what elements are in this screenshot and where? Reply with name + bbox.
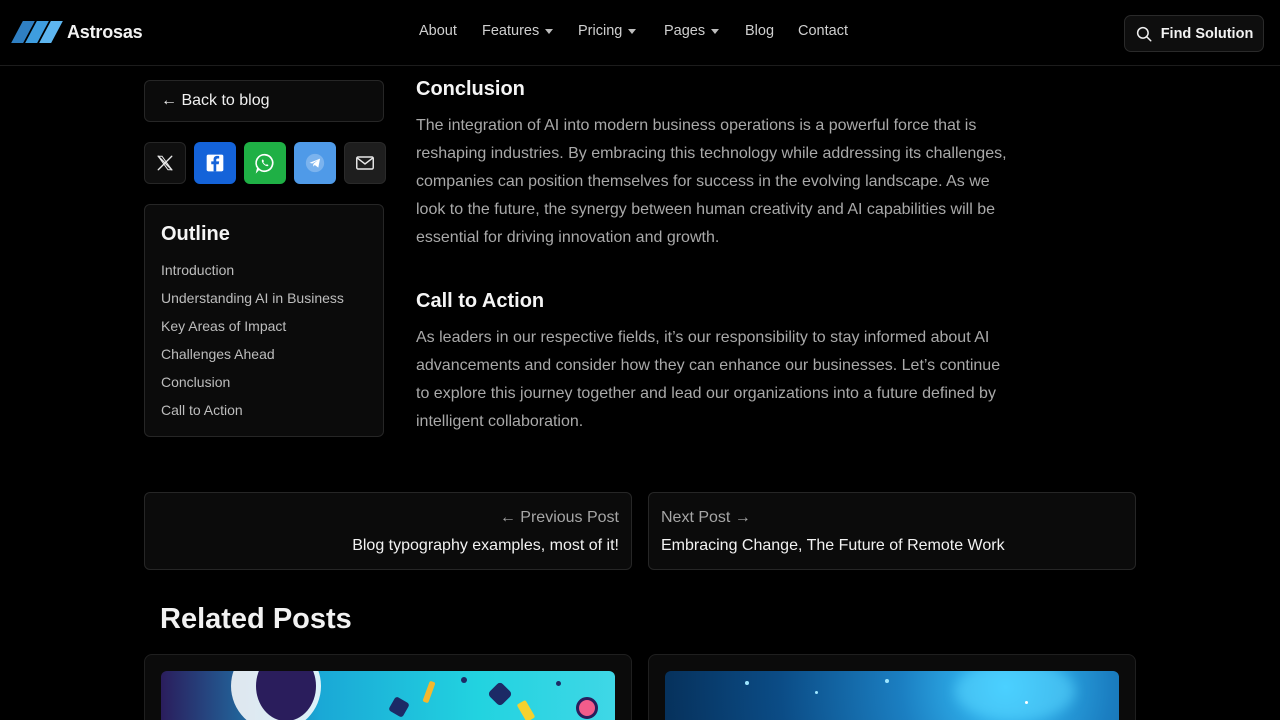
article-body: Conclusion The integration of AI into mo… bbox=[416, 76, 1016, 436]
next-post-link[interactable]: Next Post → Embracing Change, The Future… bbox=[648, 492, 1136, 570]
outline-panel: Outline Introduction Understanding AI in… bbox=[144, 204, 384, 437]
x-icon bbox=[157, 155, 173, 171]
section-text-call-to-action: As leaders in our respective fields, it’… bbox=[416, 329, 1001, 430]
find-solution-label: Find Solution bbox=[1160, 25, 1254, 42]
nav-pricing-label: Pricing bbox=[578, 23, 623, 39]
related-post-thumbnail bbox=[161, 671, 615, 720]
whatsapp-icon bbox=[255, 153, 274, 174]
search-icon bbox=[1136, 26, 1152, 41]
top-navbar: Astrosas About Features Pricing Pages Bl… bbox=[0, 0, 1280, 66]
nav-features-label: Features bbox=[482, 23, 540, 39]
outline-link-introduction[interactable]: Introduction bbox=[161, 260, 367, 288]
section-text-conclusion: The integration of AI into modern busine… bbox=[416, 117, 1007, 246]
share-buttons bbox=[144, 142, 386, 184]
next-post-title: Embracing Change, The Future of Remote W… bbox=[661, 537, 1005, 554]
nav-contact[interactable]: Contact bbox=[798, 23, 848, 39]
previous-post-label: ← Previous Post bbox=[499, 509, 619, 526]
nav-blog-label: Blog bbox=[745, 23, 775, 39]
share-whatsapp-button[interactable] bbox=[244, 142, 286, 184]
outline-title: Outline bbox=[161, 223, 230, 245]
caret-down-icon bbox=[545, 29, 554, 34]
related-post-card[interactable] bbox=[648, 654, 1136, 720]
related-posts-heading: Related Posts bbox=[160, 603, 352, 635]
nav-contact-label: Contact bbox=[798, 23, 848, 39]
outline-link-key-areas[interactable]: Key Areas of Impact bbox=[161, 316, 367, 344]
related-post-thumbnail bbox=[665, 671, 1119, 720]
previous-post-title: Blog typography examples, most of it! bbox=[352, 537, 619, 554]
share-telegram-button[interactable] bbox=[294, 142, 336, 184]
nav-about-label: About bbox=[419, 23, 457, 39]
mail-icon bbox=[356, 156, 374, 170]
share-x-button[interactable] bbox=[144, 142, 186, 184]
caret-down-icon bbox=[711, 29, 720, 34]
caret-down-icon bbox=[628, 29, 637, 34]
nav-pages[interactable]: Pages bbox=[664, 23, 720, 39]
outline-link-understanding-ai[interactable]: Understanding AI in Business bbox=[161, 288, 367, 316]
main-nav: About Features Pricing Pages Blog Contac… bbox=[0, 23, 1280, 45]
previous-post-link[interactable]: ← Previous Post Blog typography examples… bbox=[144, 492, 632, 570]
section-heading-conclusion: Conclusion bbox=[416, 78, 525, 100]
telegram-icon bbox=[305, 153, 325, 173]
nav-features[interactable]: Features bbox=[482, 23, 554, 39]
back-to-blog-button[interactable]: ← Back to blog bbox=[144, 80, 384, 122]
nav-pages-label: Pages bbox=[664, 23, 706, 39]
outline-link-challenges[interactable]: Challenges Ahead bbox=[161, 344, 367, 372]
share-facebook-button[interactable] bbox=[194, 142, 236, 184]
section-heading-call-to-action: Call to Action bbox=[416, 290, 545, 312]
outline-link-conclusion[interactable]: Conclusion bbox=[161, 372, 367, 400]
facebook-icon bbox=[206, 154, 224, 172]
nav-pricing[interactable]: Pricing bbox=[578, 23, 637, 39]
find-solution-button[interactable]: Find Solution bbox=[1124, 15, 1264, 52]
nav-about[interactable]: About bbox=[419, 23, 457, 39]
outline-link-call-to-action[interactable]: Call to Action bbox=[161, 400, 367, 428]
next-post-label: Next Post → bbox=[661, 509, 751, 526]
nav-blog[interactable]: Blog bbox=[745, 23, 774, 39]
share-email-button[interactable] bbox=[344, 142, 386, 184]
related-post-card[interactable] bbox=[144, 654, 632, 720]
